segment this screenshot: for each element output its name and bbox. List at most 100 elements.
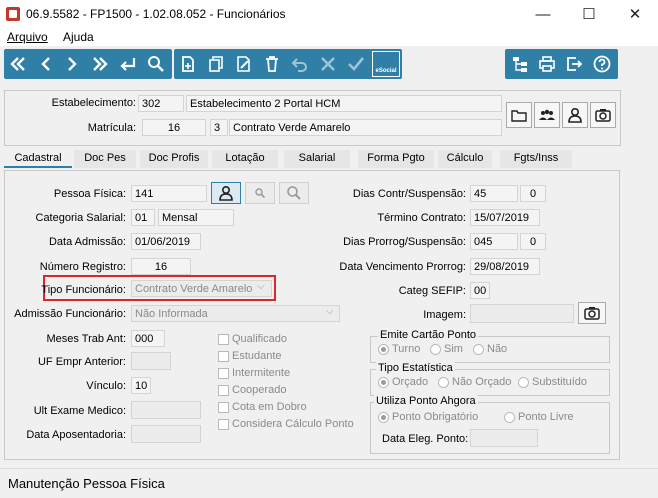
close-button[interactable]: ✕ xyxy=(612,0,658,28)
estabelecimento-label: Estabelecimento: xyxy=(51,97,136,109)
confirm-icon[interactable] xyxy=(344,49,368,79)
data-admissao-field[interactable]: 01/06/2019 xyxy=(131,233,201,250)
sim-label: Sim xyxy=(444,343,463,355)
data-venc-prorrog-field[interactable]: 29/08/2019 xyxy=(470,258,540,275)
person-lookup-button[interactable] xyxy=(211,182,241,204)
undo-icon[interactable] xyxy=(288,49,312,79)
menu-arquivo[interactable]: Arquivo xyxy=(7,30,48,44)
nao-label: Não xyxy=(487,343,508,355)
tipo-funcionario-select[interactable]: Contrato Verde Amarelo xyxy=(131,280,272,297)
nao-orcado-radio[interactable] xyxy=(438,377,449,388)
maximize-button[interactable]: ☐ xyxy=(566,0,612,28)
data-aposentadoria-field[interactable] xyxy=(131,425,201,443)
return-icon[interactable] xyxy=(116,49,140,79)
new-document-icon[interactable] xyxy=(176,49,200,79)
tab-fgts-inss[interactable]: Fgts/Inss xyxy=(500,150,572,168)
termino-contrato-field[interactable]: 15/07/2019 xyxy=(470,209,540,226)
quick-search-button[interactable] xyxy=(245,182,275,204)
camera-icon xyxy=(584,307,600,320)
cooperado-checkbox[interactable] xyxy=(218,385,229,396)
person-icon xyxy=(219,185,233,201)
nao-radio[interactable] xyxy=(473,344,484,355)
ponto-livre-radio[interactable] xyxy=(504,412,515,423)
search-icon[interactable] xyxy=(144,49,168,79)
tab-lotacao[interactable]: Lotação xyxy=(212,150,278,168)
org-tree-icon[interactable] xyxy=(508,49,532,79)
tab-salarial[interactable]: Salarial xyxy=(284,150,350,168)
meses-trab-ant-field[interactable]: 000 xyxy=(131,330,165,347)
categ-sefip-field[interactable]: 00 xyxy=(470,282,490,299)
cota-em-dobro-checkbox[interactable] xyxy=(218,402,229,413)
ponto-obrigatorio-radio[interactable] xyxy=(378,412,389,423)
estudante-label: Estudante xyxy=(232,350,282,362)
turno-label: Turno xyxy=(392,343,421,355)
pessoa-fisica-label: Pessoa Física: xyxy=(53,188,126,200)
exit-icon[interactable] xyxy=(562,49,586,79)
estabelecimento-name-field: Estabelecimento 2 Portal HCM xyxy=(186,95,502,112)
group-button[interactable] xyxy=(534,102,560,128)
dias-prorrog-field[interactable]: 045 xyxy=(470,233,518,250)
previous-record-icon[interactable] xyxy=(34,49,58,79)
person-button[interactable] xyxy=(562,102,588,128)
last-record-icon[interactable] xyxy=(88,49,112,79)
data-venc-prorrog-label: Data Vencimento Prorrog: xyxy=(339,261,466,273)
categ-sefip-label: Categ SEFIP: xyxy=(398,285,466,297)
help-icon[interactable] xyxy=(590,49,614,79)
tab-doc-pes[interactable]: Doc Pes xyxy=(74,150,136,168)
turno-radio[interactable] xyxy=(378,344,389,355)
dias-contr-field[interactable]: 45 xyxy=(470,185,518,202)
considera-calculo-ponto-label: Considera Cálculo Ponto xyxy=(232,418,354,430)
dias-contr-label: Dias Contr/Suspensão: xyxy=(352,188,466,200)
cancel-icon[interactable] xyxy=(316,49,340,79)
ponto-ahgora-title: Utiliza Ponto Ahgora xyxy=(374,395,478,407)
menu-ajuda[interactable]: Ajuda xyxy=(63,30,94,44)
tab-calculo[interactable]: Cálculo xyxy=(438,150,492,168)
camera-button[interactable] xyxy=(590,102,616,128)
estudante-checkbox[interactable] xyxy=(218,351,229,362)
contrato-code-field[interactable]: 3 xyxy=(210,119,228,136)
cota-em-dobro-label: Cota em Dobro xyxy=(232,401,307,413)
matricula-field[interactable]: 16 xyxy=(142,119,206,136)
admissao-funcionario-label: Admissão Funcionário: xyxy=(14,308,126,320)
qualificado-checkbox[interactable] xyxy=(218,334,229,345)
uf-empr-anterior-field[interactable] xyxy=(131,352,171,370)
group-icon xyxy=(539,109,555,120)
prorrog-suspensao-field[interactable]: 0 xyxy=(520,233,546,250)
numero-registro-field[interactable]: 16 xyxy=(131,258,191,275)
categoria-salarial-code-field[interactable]: 01 xyxy=(131,209,155,226)
next-record-icon[interactable] xyxy=(60,49,84,79)
suspensao-field[interactable]: 0 xyxy=(520,185,546,202)
zoom-search-button[interactable] xyxy=(279,182,309,204)
imagem-camera-button[interactable] xyxy=(578,302,606,324)
categoria-salarial-name-field: Mensal xyxy=(158,209,234,226)
imagem-field[interactable] xyxy=(470,304,574,323)
ult-exame-medico-field[interactable] xyxy=(131,401,201,419)
admissao-funcionario-select[interactable]: Não Informada xyxy=(131,305,340,322)
estabelecimento-code-field[interactable]: 302 xyxy=(138,95,184,112)
tab-cadastral[interactable]: Cadastral xyxy=(4,150,72,168)
copy-icon[interactable] xyxy=(204,49,228,79)
ult-exame-medico-label: Ult Exame Medico: xyxy=(33,405,126,417)
intermitente-label: Intermitente xyxy=(232,367,291,379)
first-record-icon[interactable] xyxy=(6,49,30,79)
considera-calculo-ponto-checkbox[interactable] xyxy=(218,419,229,430)
tab-doc-profis[interactable]: Doc Profis xyxy=(140,150,208,168)
matricula-label: Matrícula: xyxy=(87,122,136,134)
esocial-button[interactable]: eSocial xyxy=(372,51,400,77)
substituido-radio[interactable] xyxy=(518,377,529,388)
print-icon[interactable] xyxy=(535,49,559,79)
delete-icon[interactable] xyxy=(260,49,284,79)
minimize-button[interactable]: — xyxy=(520,0,566,28)
tab-forma-pgto[interactable]: Forma Pgto xyxy=(358,150,434,168)
vinculo-field[interactable]: 10 xyxy=(131,377,151,394)
pessoa-fisica-field[interactable]: 141 xyxy=(131,185,207,202)
data-eleg-ponto-field[interactable] xyxy=(470,429,538,447)
dias-prorrog-label: Dias Prorrog/Suspensão: xyxy=(343,236,466,248)
intermitente-checkbox[interactable] xyxy=(218,368,229,379)
sim-radio[interactable] xyxy=(430,344,441,355)
search-icon xyxy=(287,186,301,200)
folder-button[interactable] xyxy=(506,102,532,128)
orcado-radio[interactable] xyxy=(378,377,389,388)
edit-icon[interactable] xyxy=(232,49,256,79)
termino-contrato-label: Término Contrato: xyxy=(377,212,466,224)
